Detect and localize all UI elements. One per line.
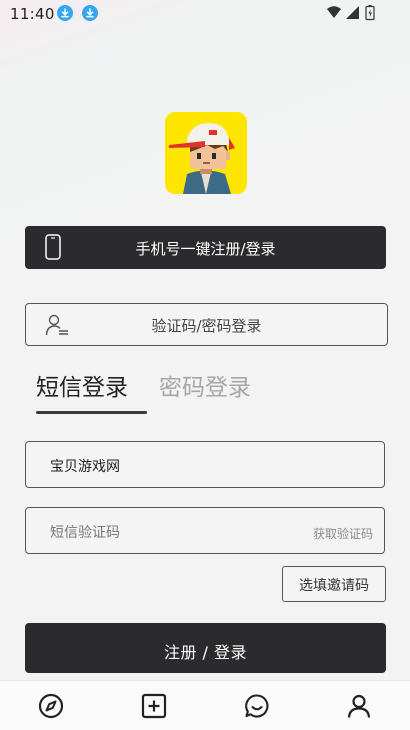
nav-profile[interactable] [346, 693, 372, 719]
phone-input[interactable]: 宝贝游戏网 [25, 441, 385, 488]
nav-messages[interactable] [244, 693, 270, 719]
invite-code-label: 选填邀请码 [299, 578, 369, 594]
download-icon [82, 5, 98, 21]
active-tab-indicator [36, 411, 147, 414]
register-login-button[interactable]: 注册 / 登录 [25, 623, 386, 673]
download-icon [57, 5, 73, 21]
phone-login-label: 手机号一键注册/登录 [135, 240, 276, 258]
sms-code-placeholder: 短信验证码 [50, 525, 120, 541]
compass-icon [38, 693, 64, 719]
phone-input-value: 宝贝游戏网 [50, 459, 120, 475]
code-password-login-label: 验证码/密码登录 [151, 317, 262, 335]
status-icons [326, 5, 382, 25]
tab-sms-login[interactable]: 短信登录 [36, 368, 128, 402]
chat-icon [245, 694, 269, 718]
code-password-login-button[interactable]: 验证码/密码登录 [25, 303, 388, 346]
tab-password-login[interactable]: 密码登录 [159, 368, 251, 402]
wifi-icon [327, 6, 341, 18]
app-logo [165, 112, 247, 194]
status-bar: 11:40 [0, 0, 410, 28]
status-time: 11:40 [10, 5, 55, 23]
invite-code-button[interactable]: 选填邀请码 [282, 566, 386, 602]
signal-icon [346, 6, 359, 19]
nav-add[interactable] [141, 693, 167, 719]
plus-square-icon [141, 693, 167, 719]
register-login-label: 注册 / 登录 [163, 643, 248, 662]
phone-login-button[interactable]: 手机号一键注册/登录 [25, 226, 386, 269]
battery-icon [365, 5, 375, 21]
nav-discover[interactable] [38, 693, 64, 719]
bottom-nav [0, 680, 410, 730]
get-code-button[interactable]: 获取验证码 [313, 525, 373, 542]
person-icon [347, 694, 371, 718]
sms-code-input[interactable]: 短信验证码 获取验证码 [25, 507, 385, 554]
